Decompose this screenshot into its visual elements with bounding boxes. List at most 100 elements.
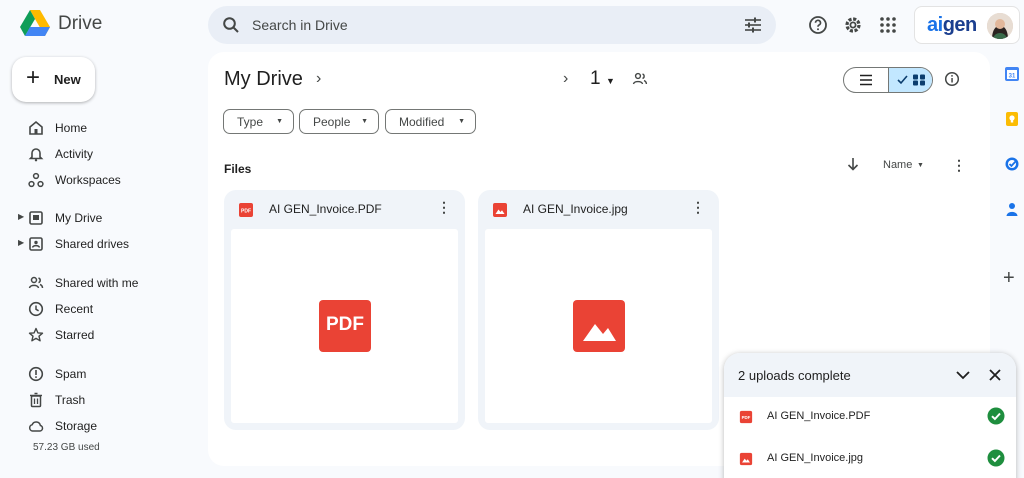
grid-view-button[interactable] <box>888 68 932 92</box>
upload-file-name: AI GEN_Invoice.jpg <box>767 452 863 464</box>
my-drive-icon <box>29 211 43 225</box>
clock-icon <box>28 301 44 317</box>
new-button[interactable]: + New <box>12 57 95 102</box>
list-view-button[interactable] <box>844 68 888 92</box>
file-name: AI GEN_Invoice.PDF <box>269 202 382 216</box>
sidebar-item-label: Spam <box>55 367 87 381</box>
filter-type-chip[interactable]: Type ▼ <box>223 109 294 134</box>
app-name[interactable]: Drive <box>58 13 102 35</box>
uploads-panel: 2 uploads complete PDF AI GEN_Invoice.PD… <box>724 353 1016 478</box>
upload-item[interactable]: PDF AI GEN_Invoice.PDF <box>724 397 1016 437</box>
chip-label: Modified <box>399 115 445 129</box>
page-title[interactable]: My Drive <box>224 68 303 91</box>
sidebar-item-home[interactable]: Home <box>0 116 200 140</box>
pdf-file-icon: PDF <box>239 203 253 217</box>
sidebar-item-label: Trash <box>55 393 86 407</box>
sidebar-item-label: Workspaces <box>55 173 121 187</box>
cloud-icon <box>28 421 44 432</box>
sidebar-item-spam[interactable]: Spam <box>0 362 200 386</box>
image-file-icon <box>739 452 753 466</box>
expand-caret-icon[interactable]: ▶ <box>18 238 24 247</box>
sidebar-item-storage[interactable]: Storage <box>0 414 200 438</box>
caret-down-icon: ▼ <box>458 118 465 125</box>
caret-down-icon: ▼ <box>276 118 283 125</box>
keep-notes-icon[interactable] <box>1004 111 1020 127</box>
pdf-file-icon: PDF <box>739 410 753 424</box>
shared-drives-icon <box>29 237 43 251</box>
new-button-label: New <box>54 72 81 87</box>
search-options-icon[interactable] <box>744 17 762 33</box>
more-options-icon[interactable]: ⋮ <box>952 157 966 174</box>
file-thumbnail[interactable]: PDF <box>231 229 458 423</box>
view-toggle[interactable] <box>843 67 933 93</box>
image-large-icon <box>573 300 625 352</box>
settings-gear-icon[interactable] <box>843 15 863 35</box>
tasks-icon[interactable] <box>1004 156 1020 172</box>
trash-icon <box>30 392 42 408</box>
grid-view-icon <box>897 74 925 86</box>
pdf-large-icon: PDF <box>319 300 371 352</box>
close-icon[interactable] <box>987 367 1003 383</box>
plus-icon: + <box>26 64 41 91</box>
spam-icon <box>28 366 44 382</box>
sort-direction-arrow-icon[interactable] <box>846 156 860 172</box>
contacts-icon[interactable] <box>1004 201 1020 217</box>
section-heading: Files <box>224 162 252 176</box>
info-icon[interactable] <box>944 71 960 87</box>
file-card[interactable]: AI GEN_Invoice.jpg ⋮ <box>478 190 719 430</box>
svg-text:31: 31 <box>1009 74 1016 80</box>
sidebar-item-label: Activity <box>55 147 94 161</box>
sidebar-item-recent[interactable]: Recent <box>0 297 200 321</box>
calendar-icon[interactable]: 31 <box>1004 66 1020 82</box>
sidebar-item-label: Storage <box>55 419 98 433</box>
people-icon[interactable] <box>632 72 648 86</box>
sidebar-item-trash[interactable]: Trash <box>0 388 200 412</box>
more-options-icon[interactable]: ⋮ <box>437 199 451 216</box>
sidebar-item-starred[interactable]: Starred <box>0 323 200 347</box>
file-name: AI GEN_Invoice.jpg <box>523 202 628 216</box>
sidebar-item-label: Shared drives <box>55 237 130 251</box>
sidebar-item-label: Home <box>55 121 88 135</box>
sidebar-item-activity[interactable]: Activity <box>0 142 200 166</box>
sidebar-item-label: Starred <box>55 328 95 342</box>
chevron-right-icon[interactable]: › <box>563 70 568 88</box>
check-circle-icon <box>987 407 1005 425</box>
sidebar-item-label: Shared with me <box>55 276 139 290</box>
file-card[interactable]: PDF AI GEN_Invoice.PDF ⋮ PDF <box>224 190 465 430</box>
breadcrumb-count[interactable]: 1 <box>590 68 601 90</box>
search-input[interactable] <box>252 15 712 35</box>
upload-item[interactable]: AI GEN_Invoice.jpg <box>724 439 1016 478</box>
filter-modified-chip[interactable]: Modified ▼ <box>385 109 476 134</box>
drive-logo[interactable] <box>20 10 50 38</box>
more-options-icon[interactable]: ⋮ <box>691 199 705 216</box>
sort-field-button[interactable]: Name <box>883 159 912 171</box>
check-circle-icon <box>987 449 1005 467</box>
sidebar-item-shared-drives[interactable]: ▶ Shared drives <box>0 232 200 256</box>
filter-people-chip[interactable]: People ▼ <box>299 109 379 134</box>
sidebar-item-workspaces[interactable]: Workspaces <box>0 168 200 192</box>
sidebar-item-my-drive[interactable]: ▶ My Drive <box>0 206 200 230</box>
bell-icon <box>28 148 44 162</box>
caret-down-icon: ▼ <box>361 118 368 125</box>
avatar[interactable] <box>987 13 1013 39</box>
brand-logo: aigen <box>927 14 977 36</box>
search-icon[interactable] <box>222 16 240 34</box>
chevron-down-icon[interactable] <box>955 368 971 382</box>
workspaces-icon <box>28 172 44 188</box>
expand-caret-icon[interactable]: ▶ <box>18 212 24 221</box>
sidebar-item-shared-with-me[interactable]: Shared with me <box>0 271 200 295</box>
file-thumbnail[interactable] <box>485 229 712 423</box>
svg-text:PDF: PDF <box>241 208 251 214</box>
add-addon-plus-icon[interactable]: + <box>1003 268 1015 288</box>
help-icon[interactable] <box>808 15 828 35</box>
apps-grid-icon[interactable] <box>878 15 898 35</box>
search-bar[interactable] <box>208 6 776 44</box>
uploads-status-text: 2 uploads complete <box>738 368 851 383</box>
caret-down-icon[interactable]: ▼ <box>606 76 615 86</box>
account-brand[interactable]: aigen <box>914 6 1020 44</box>
chevron-right-icon[interactable]: › <box>316 70 321 88</box>
people-icon <box>28 276 44 289</box>
caret-down-icon[interactable]: ▼ <box>917 162 924 169</box>
storage-used-text: 57.23 GB used <box>33 442 100 453</box>
home-icon <box>29 120 43 135</box>
